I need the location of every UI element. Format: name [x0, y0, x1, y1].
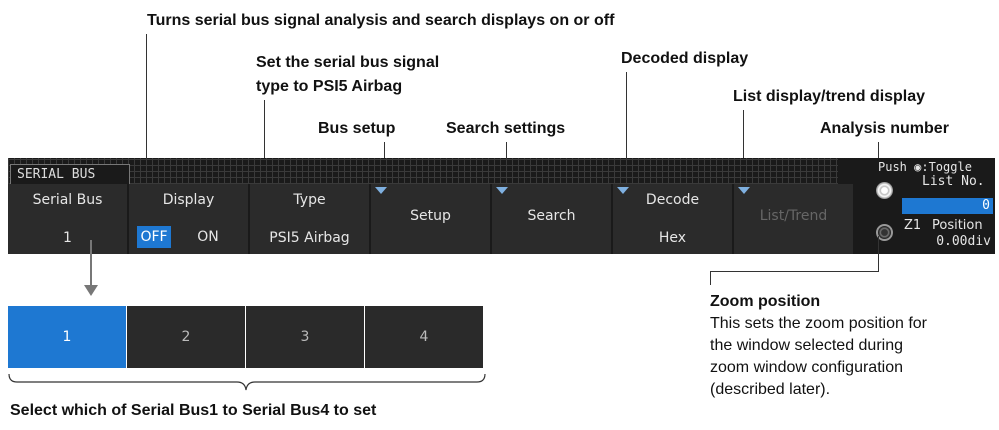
- down-arrow-icon: [84, 285, 98, 296]
- analysis-number-annotation: Analysis number: [820, 120, 949, 137]
- push-toggle-text: Push ◉:Toggle: [878, 160, 972, 174]
- serial-bus-value: 1: [63, 230, 72, 246]
- leader-zoom-horizontal: [710, 271, 879, 272]
- serial-bus-label: Serial Bus: [32, 192, 103, 208]
- search-settings-annotation: Search settings: [446, 120, 566, 137]
- analysis-zoom-panel: Push ◉:Toggle List No. 0 Z1 Position 0.0…: [870, 158, 995, 254]
- waveform-grid-strip: [8, 158, 838, 184]
- position-label: Position: [932, 218, 983, 233]
- bus-option-4[interactable]: 4: [365, 306, 483, 368]
- decode-value: Hex: [658, 230, 687, 246]
- zoom-desc-line1: This sets the zoom position for: [710, 315, 927, 332]
- zoom-desc-line4: (described later).: [710, 381, 831, 398]
- display-off-option[interactable]: OFF: [137, 226, 171, 248]
- decode-label: Decode: [645, 192, 700, 208]
- decoded-annotation: Decoded display: [621, 50, 749, 67]
- position-value: 0.00div: [936, 234, 991, 249]
- leader-zoom-drop: [710, 271, 711, 285]
- type-label: Type: [293, 192, 326, 208]
- list-no-label: List No.: [922, 174, 985, 189]
- serial-bus-menu: SERIAL BUS Serial Bus 1 Display OFF ON T…: [8, 158, 995, 254]
- serial-bus-softkey[interactable]: Serial Bus 1: [8, 184, 127, 254]
- selector-arrow-line: [90, 240, 92, 288]
- zoom-position-title: Zoom position: [710, 293, 821, 310]
- analysis-number-knob-icon[interactable]: [876, 182, 893, 199]
- submenu-triangle-icon: [375, 187, 387, 194]
- display-toggle-annotation: Turns serial bus signal analysis and sea…: [147, 12, 615, 29]
- list-no-value[interactable]: 0: [902, 198, 993, 214]
- type-value: PSI5 Airbag: [269, 230, 350, 246]
- display-label: Display: [162, 192, 215, 208]
- setup-softkey[interactable]: Setup: [371, 184, 490, 254]
- list-trend-softkey[interactable]: List/Trend: [734, 184, 853, 254]
- list-trend-annotation: List display/trend display: [733, 88, 926, 105]
- search-label: Search: [527, 208, 576, 224]
- zoom-label: Z1: [904, 218, 922, 233]
- type-annotation-line1: Set the serial bus signal: [256, 54, 440, 71]
- display-softkey[interactable]: Display OFF ON: [129, 184, 248, 254]
- bus-option-1[interactable]: 1: [8, 306, 126, 368]
- select-bus-annotation: Select which of Serial Bus1 to Serial Bu…: [10, 402, 377, 419]
- list-trend-label: List/Trend: [759, 208, 828, 224]
- zoom-desc-line3: zoom window configuration: [710, 359, 903, 376]
- selector-bracket: [8, 374, 486, 391]
- bus-setup-annotation: Bus setup: [318, 120, 396, 137]
- submenu-triangle-icon: [738, 187, 750, 194]
- menu-title: SERIAL BUS: [10, 164, 130, 184]
- leader-zoom-vertical: [878, 236, 879, 272]
- search-softkey[interactable]: Search: [492, 184, 611, 254]
- bus-option-2[interactable]: 2: [127, 306, 245, 368]
- type-softkey[interactable]: Type PSI5 Airbag: [250, 184, 369, 254]
- setup-label: Setup: [410, 208, 451, 224]
- submenu-triangle-icon: [496, 187, 508, 194]
- decode-softkey[interactable]: Decode Hex: [613, 184, 732, 254]
- type-annotation-line2: type to PSI5 Airbag: [256, 78, 403, 95]
- display-on-option[interactable]: ON: [191, 226, 225, 248]
- bus-option-3[interactable]: 3: [246, 306, 364, 368]
- zoom-desc-line2: the window selected during: [710, 337, 904, 354]
